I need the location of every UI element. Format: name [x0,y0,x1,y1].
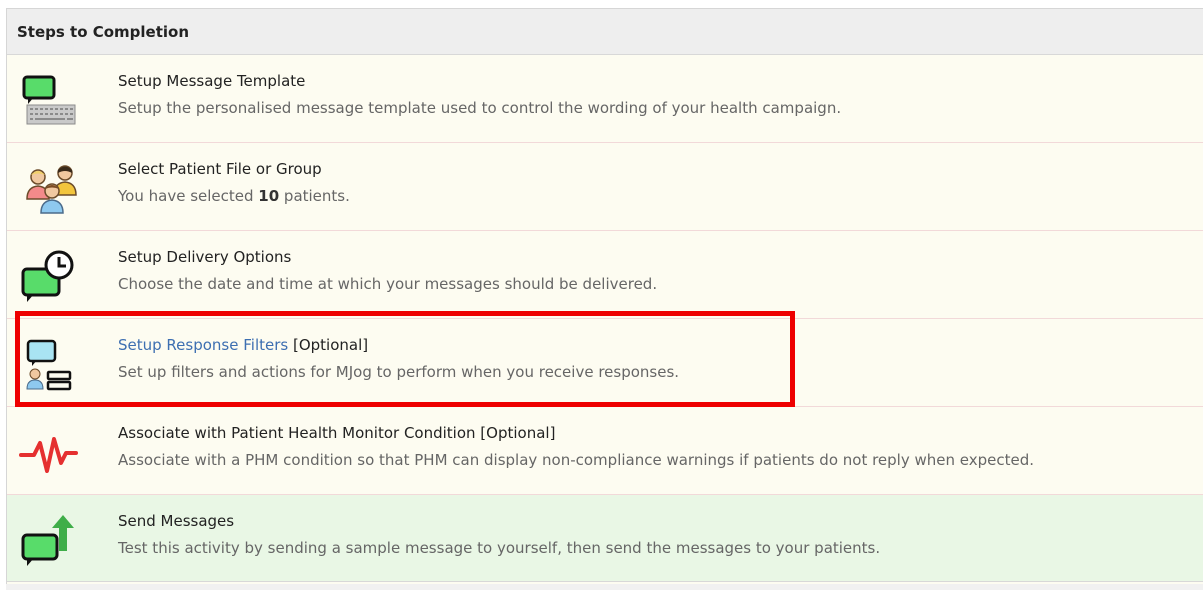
step-description: Associate with a PHM condition so that P… [118,451,1035,469]
step-title: Setup Delivery Options [118,248,292,266]
step-description: Test this activity by sending a sample m… [118,539,881,557]
patients-group-icon [26,165,77,214]
step-title: Associate with Patient Health Monitor Co… [118,424,556,442]
heartbeat-icon [19,437,78,473]
send-message-icon [21,515,74,566]
step-row-patient-group[interactable]: Select Patient File or Group You have se… [7,143,1203,231]
panel-title: Steps to Completion [7,9,1203,55]
patient-count: 10 [258,187,280,205]
response-filters-icon [26,339,72,391]
step-row-message-template[interactable]: Setup Message Template Setup the persona… [7,55,1203,143]
step-title: Send Messages [118,512,235,530]
step-row-delivery-options[interactable]: Setup Delivery Options Choose the date a… [7,231,1203,319]
response-filters-link[interactable]: Setup Response Filters [118,336,288,354]
delivery-clock-icon [21,250,74,302]
message-template-icon [22,75,76,125]
panel-footer [6,584,1203,590]
step-description: Setup the personalised message template … [118,99,842,117]
step-title: Setup Response Filters [Optional] [118,336,369,354]
step-description: Choose the date and time at which your m… [118,275,658,293]
step-row-health-monitor[interactable]: Associate with Patient Health Monitor Co… [7,407,1203,495]
step-description: Set up filters and actions for MJog to p… [118,363,680,381]
step-description: You have selected 10 patients. [118,187,350,205]
step-row-send-messages[interactable]: Send Messages Test this activity by send… [7,495,1203,582]
step-title: Select Patient File or Group [118,160,322,178]
steps-panel: Steps to Completion Setup Message Templa… [6,8,1203,590]
step-row-response-filters[interactable]: Setup Response Filters [Optional] Set up… [7,319,1203,407]
step-title: Setup Message Template [118,72,306,90]
